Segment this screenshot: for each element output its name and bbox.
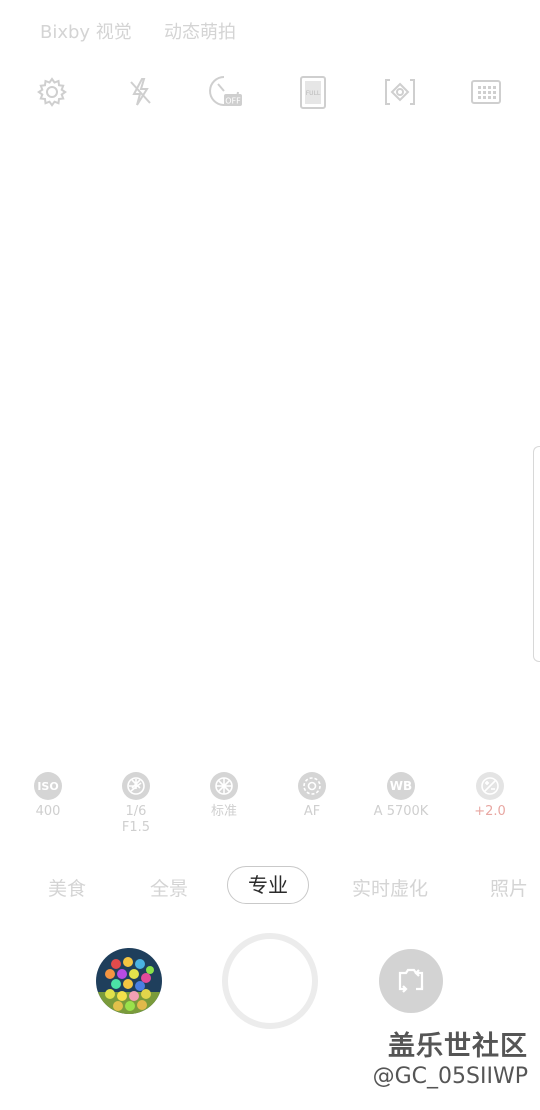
watermark-community: 盖乐世社区 xyxy=(388,1031,528,1062)
white-balance-control[interactable]: WB A 5700K xyxy=(357,772,445,820)
exposure-icon xyxy=(476,772,504,800)
aspect-badge-text: FULL xyxy=(306,90,321,97)
focus-control[interactable]: AF xyxy=(268,772,356,820)
ar-emoji-link[interactable]: 动态萌拍 xyxy=(164,18,236,44)
aperture-value: F1.5 xyxy=(121,820,151,835)
focus-icon xyxy=(298,772,326,800)
shutter-speed-value: 1/6 xyxy=(125,804,147,819)
edge-panel-handle[interactable] xyxy=(533,446,540,662)
mode-photo[interactable]: 照片 xyxy=(490,874,528,901)
exposure-value: +2.0 xyxy=(474,804,506,819)
iso-icon: ISO xyxy=(34,772,62,800)
bixby-vision-link[interactable]: Bixby 视觉 xyxy=(40,18,132,44)
white-balance-value: A 5700K xyxy=(373,804,429,819)
color-tone-value: 标准 xyxy=(210,804,237,819)
switch-camera-button[interactable] xyxy=(379,949,443,1013)
iso-control[interactable]: ISO 400 xyxy=(4,772,92,820)
shutter-speed-control[interactable]: 1/6 F1.5 xyxy=(92,772,180,836)
mode-food[interactable]: 美食 xyxy=(48,874,86,901)
aperture-icon xyxy=(122,772,150,800)
mode-pro[interactable]: 专业 xyxy=(227,866,309,904)
focus-metering-icon[interactable] xyxy=(382,74,418,110)
mode-panorama[interactable]: 全景 xyxy=(150,874,188,901)
grid-icon[interactable] xyxy=(468,74,504,110)
mode-live-focus[interactable]: 实时虚化 xyxy=(352,874,428,901)
quick-settings-toolbar: OFF FULL xyxy=(0,74,540,114)
color-tone-control[interactable]: 标准 xyxy=(180,772,268,820)
timer-badge-text: OFF xyxy=(225,97,241,106)
switch-camera-icon xyxy=(398,968,424,993)
focus-value: AF xyxy=(303,804,321,819)
gallery-thumbnail[interactable] xyxy=(96,948,162,1014)
iso-value: 400 xyxy=(35,804,61,819)
white-balance-icon: WB xyxy=(387,772,415,800)
shutter-button[interactable] xyxy=(222,933,318,1029)
watermark-user: @GC_05SIIWP xyxy=(372,1064,528,1089)
timer-off-icon[interactable]: OFF xyxy=(208,74,244,110)
color-tone-icon xyxy=(210,772,238,800)
gear-icon[interactable] xyxy=(34,74,70,110)
full-aspect-icon[interactable]: FULL xyxy=(296,74,332,110)
exposure-control[interactable]: +2.0 xyxy=(446,772,534,820)
flash-off-icon[interactable] xyxy=(122,74,158,110)
